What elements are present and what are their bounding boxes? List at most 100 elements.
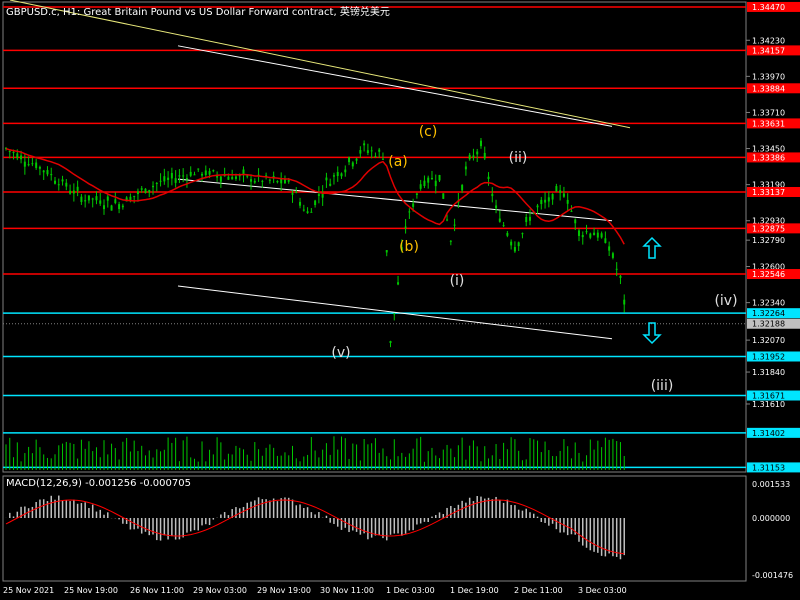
x-axis-label: 2 Dec 11:00 <box>514 586 563 595</box>
candle-body <box>506 232 509 236</box>
price-level-label: 1.32264 <box>752 309 785 318</box>
macd-title: MACD(12,26,9) -0.001256 -0.000705 <box>6 478 191 489</box>
candle-body <box>99 200 102 204</box>
candle-body <box>585 231 588 233</box>
candle-body <box>332 175 335 177</box>
y-grid-label: 1.33710 <box>752 108 785 117</box>
candle-body <box>476 151 479 155</box>
wave-label: (a) <box>388 154 408 170</box>
candle-body <box>404 226 407 228</box>
candle-body <box>430 177 433 180</box>
candle-body <box>20 155 23 160</box>
candle-body <box>581 235 584 238</box>
price-level-label: 1.33137 <box>752 188 785 197</box>
x-axis-label: 1 Dec 03:00 <box>386 586 435 595</box>
candle-body <box>314 200 317 206</box>
candle-body <box>110 205 113 211</box>
candle-body <box>442 193 445 199</box>
macd-signal-line <box>5 499 625 555</box>
candle-body <box>370 150 373 152</box>
channel-mid-line <box>177 178 613 222</box>
macd-axis-label: 0.001533 <box>752 480 790 489</box>
candle-body <box>283 179 286 184</box>
candle-body <box>159 180 162 182</box>
candle-body <box>446 219 449 221</box>
candle-body <box>95 196 98 201</box>
wave-label: (b) <box>399 239 419 255</box>
candle-body <box>201 173 204 176</box>
macd-panel-frame <box>2 475 747 582</box>
candle-body <box>61 179 64 182</box>
arrow-up-icon <box>642 236 662 259</box>
candle-body <box>381 158 384 160</box>
candle-body <box>167 177 170 180</box>
candle-body <box>295 191 298 193</box>
candle-body <box>600 233 603 238</box>
candle-body <box>540 199 543 205</box>
candle-body <box>103 205 106 210</box>
candle-body <box>54 180 57 184</box>
wave-label: (iii) <box>651 378 674 394</box>
price-level-label: 1.32188 <box>752 320 785 329</box>
price-level-label: 1.33884 <box>752 84 785 93</box>
candle-body <box>351 162 354 167</box>
candle-body <box>178 175 181 177</box>
candle-body <box>589 233 592 238</box>
candle-body <box>121 205 124 208</box>
candle-body <box>366 150 369 153</box>
candle-body <box>114 199 117 204</box>
candle-body <box>615 268 618 270</box>
candle-body <box>106 196 109 201</box>
candle-body <box>513 247 516 252</box>
candle-body <box>242 169 245 175</box>
candle-body <box>310 211 313 213</box>
candle-body <box>152 185 155 188</box>
candle-body <box>596 232 599 238</box>
candle-body <box>423 180 426 186</box>
candle-body <box>72 190 75 194</box>
x-axis-label: 1 Dec 19:00 <box>450 586 499 595</box>
candle-body <box>276 180 279 183</box>
candle-body <box>397 282 400 285</box>
candle-body <box>374 155 377 157</box>
candle-body <box>193 174 196 176</box>
candle-body <box>517 242 520 247</box>
macd-axis-label: -0.001476 <box>752 571 793 580</box>
candle-body <box>23 161 26 167</box>
candle-body <box>250 179 253 182</box>
y-grid-label: 1.32340 <box>752 299 785 308</box>
wave-label: (v) <box>331 345 350 361</box>
candle-body <box>306 211 309 214</box>
candle-body <box>27 164 30 166</box>
candle-body <box>174 178 177 183</box>
candle-body <box>80 196 83 202</box>
candle-body <box>336 172 339 176</box>
price-level-label: 1.34470 <box>752 3 785 12</box>
candle-body <box>136 191 139 195</box>
candle-body <box>84 200 87 202</box>
symbol-description: Great Britain Pound vs US Dollar Forward… <box>83 7 390 18</box>
price-level-label: 1.33386 <box>752 153 785 162</box>
price-level-label: 1.32546 <box>752 270 785 279</box>
candle-body <box>491 193 494 197</box>
channel-upper-line <box>177 45 613 127</box>
candle-body <box>185 178 188 180</box>
price-level-label: 1.34157 <box>752 46 785 55</box>
candle-body <box>38 166 41 169</box>
candle-body <box>415 193 418 195</box>
moving-average-line <box>5 147 625 245</box>
candle-body <box>253 180 256 183</box>
candle-body <box>133 195 136 197</box>
candle-body <box>427 177 430 183</box>
arrow-down-icon <box>642 322 662 345</box>
price-chart[interactable]: 1.342301.339701.337101.334501.331901.329… <box>0 0 800 600</box>
candle-body <box>547 197 550 202</box>
candle-body <box>619 275 622 278</box>
wave-label: (c) <box>419 124 438 140</box>
y-grid-label: 1.33970 <box>752 72 785 81</box>
candle-body <box>163 176 166 182</box>
candle-body <box>464 166 467 170</box>
candle-body <box>453 224 456 226</box>
candle-body <box>483 152 486 159</box>
candle-body <box>65 182 68 187</box>
